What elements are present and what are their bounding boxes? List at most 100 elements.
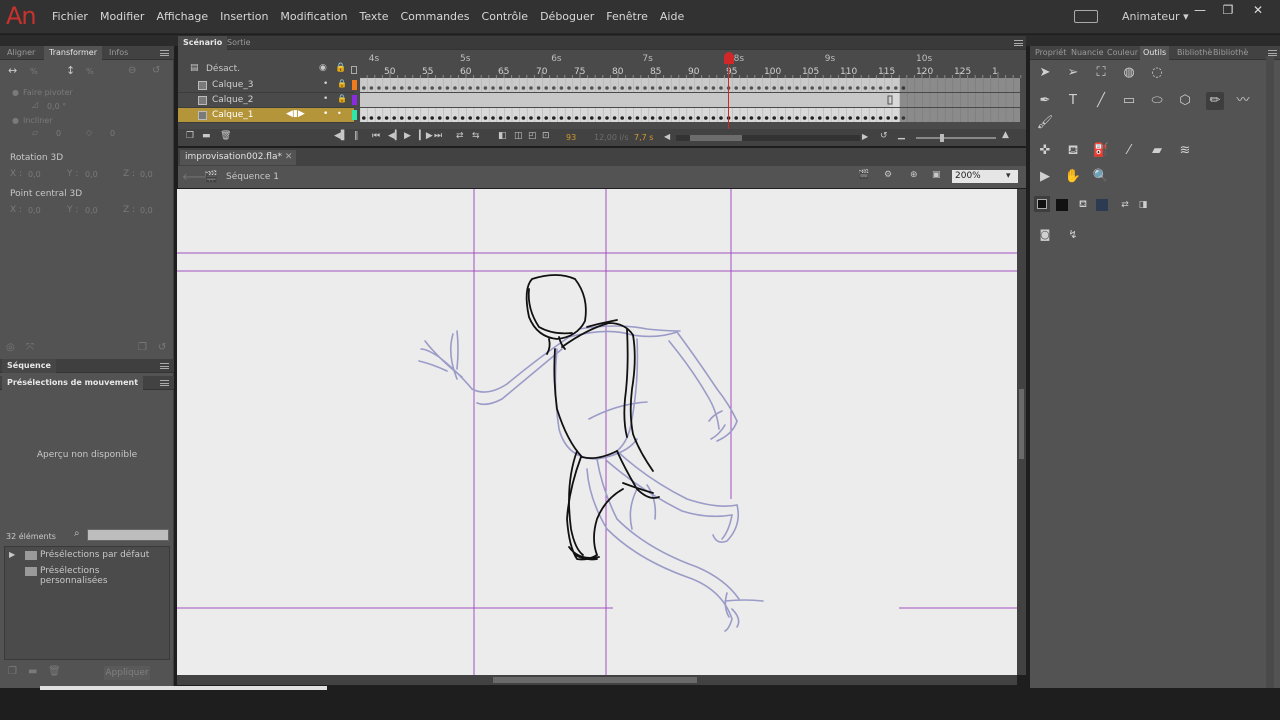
scale-h[interactable]: %: [30, 67, 38, 76]
stage-canvas[interactable]: [177, 189, 1017, 675]
maximize-button[interactable]: ❐: [1218, 3, 1238, 17]
c3d-z[interactable]: 0,0: [140, 206, 153, 215]
zoom-select[interactable]: 200% ▾: [952, 170, 1018, 183]
keyframe-dot[interactable]: [362, 116, 366, 120]
keyframe-dot[interactable]: [840, 116, 845, 120]
keyframe-dot[interactable]: [369, 116, 374, 120]
stage-vscrollbar[interactable]: [1017, 189, 1026, 675]
play-button[interactable]: ▶: [404, 131, 411, 141]
skew-radio[interactable]: ●: [12, 116, 19, 125]
zoom-out-icon[interactable]: ▁: [898, 130, 905, 140]
stroke-color-icon[interactable]: [1034, 196, 1050, 212]
onion-skin-icon[interactable]: ◧: [498, 131, 507, 141]
current-frame[interactable]: 93: [566, 133, 576, 142]
prev-frame-button[interactable]: ◀▎: [388, 131, 402, 141]
keyframe-dot[interactable]: [764, 116, 769, 120]
playhead-handle[interactable]: [724, 52, 734, 64]
keyframe-dot[interactable]: [620, 116, 624, 120]
keyframe-dot[interactable]: [894, 116, 898, 120]
visibility-dot[interactable]: •: [323, 79, 328, 89]
keyframe-dot[interactable]: [886, 116, 890, 120]
keyframe-dot[interactable]: [848, 116, 852, 120]
menu-fichier[interactable]: Fichier: [52, 10, 88, 23]
keyframe-dot[interactable]: [795, 116, 799, 120]
keyframe-dot[interactable]: [818, 116, 822, 120]
stage-vscroll-thumb[interactable]: [1019, 389, 1024, 459]
keyframe-dot[interactable]: [597, 116, 602, 120]
keyframe-dot[interactable]: [438, 116, 442, 120]
layer-color-swatch[interactable]: [352, 80, 357, 90]
sync-icon[interactable]: ↺: [880, 131, 888, 141]
menu-controle[interactable]: Contrôle: [482, 10, 529, 23]
keyframe-dot[interactable]: [658, 116, 662, 120]
keyframe-dot[interactable]: [552, 116, 556, 120]
rot3d-x[interactable]: 0,0: [28, 170, 41, 179]
keyframe-dot[interactable]: [476, 116, 480, 120]
last-frame-button[interactable]: ⏭: [434, 131, 442, 141]
link-icon[interactable]: ⊖: [128, 65, 136, 76]
layer-row[interactable]: Calque_3 • 🔒: [178, 78, 357, 93]
layer-color-swatch[interactable]: [352, 95, 357, 105]
line-tool-icon[interactable]: ╱: [1092, 92, 1110, 110]
keyframe-dot[interactable]: [825, 116, 830, 120]
copy-transform-icon[interactable]: ❐: [138, 342, 147, 353]
keyframe-dot[interactable]: [696, 116, 700, 120]
scroll-left-icon[interactable]: ◀: [664, 132, 670, 141]
menu-commandes[interactable]: Commandes: [401, 10, 470, 23]
object-drawing-icon[interactable]: ◙: [1036, 226, 1054, 244]
new-layer-icon[interactable]: ❐: [186, 131, 194, 141]
tools-scrollbar[interactable]: [1266, 56, 1274, 688]
workspace-selector[interactable]: Animateur ▾: [1122, 10, 1189, 23]
onion-markers-icon[interactable]: ⊡: [542, 131, 550, 141]
layer-edit-icons[interactable]: ◀▮▶: [286, 109, 305, 119]
tab-outils[interactable]: Outils: [1140, 46, 1170, 60]
folder-default[interactable]: Présélections par défaut: [40, 550, 149, 560]
hand-tool-icon[interactable]: ✋: [1064, 168, 1082, 186]
menu-texte[interactable]: Texte: [359, 10, 388, 23]
crop-icon[interactable]: ◎: [6, 342, 15, 353]
zoom-in-icon[interactable]: ▲: [1002, 130, 1009, 140]
frame-ruler[interactable]: 4s 5s 6s 7s 8s 9s 10s50 55 60 65 70 75 80 85 90 95 100 10…: [360, 50, 1026, 78]
keyframe-dot[interactable]: [468, 116, 472, 120]
document-tab[interactable]: improvisation002.fla* ✕: [180, 150, 296, 165]
stage-hscroll-thumb[interactable]: [493, 677, 697, 683]
lock-icon[interactable]: 🔒: [337, 94, 347, 103]
layer-name[interactable]: Calque_2: [212, 95, 253, 105]
keyframe-dot[interactable]: [582, 116, 586, 120]
presets-search-input[interactable]: [87, 529, 169, 541]
layer-name[interactable]: Calque_3: [212, 80, 253, 90]
skew-h-value[interactable]: 0: [56, 129, 61, 138]
frame-zoom-slider[interactable]: [916, 134, 996, 142]
selection-tool-icon[interactable]: ➤: [1036, 64, 1054, 82]
edit-scene-icon[interactable]: 🎬: [858, 170, 869, 180]
keyframe-dot[interactable]: [384, 116, 389, 120]
keyframe-dot[interactable]: [628, 116, 632, 120]
menu-aide[interactable]: Aide: [660, 10, 684, 23]
keyframe-dot[interactable]: [749, 116, 754, 120]
pencil-tool-icon[interactable]: ✏: [1206, 92, 1224, 110]
first-frame-button[interactable]: ⏮: [372, 131, 380, 141]
keyframe-dot[interactable]: [810, 116, 814, 120]
keyframe-dot[interactable]: [498, 116, 503, 120]
stroke-color-swatch[interactable]: [1037, 199, 1047, 209]
keyframe-dot[interactable]: [612, 116, 617, 120]
timeline-menu-icon[interactable]: [1014, 40, 1023, 46]
layer-color-swatch[interactable]: [352, 110, 357, 120]
center-stage-icon[interactable]: ⊕: [910, 170, 918, 180]
reset-icon[interactable]: ↺: [152, 65, 160, 76]
scale-v[interactable]: %: [86, 67, 94, 76]
eraser-tool-icon[interactable]: ▰: [1148, 142, 1166, 160]
pencil-mode-icon[interactable]: ↯: [1064, 226, 1082, 244]
keyframe-dot[interactable]: [392, 116, 396, 120]
elapsed-time[interactable]: 7,7 s: [634, 133, 653, 142]
keyframe-dot[interactable]: [529, 116, 533, 120]
new-preset-icon[interactable]: ❐: [8, 666, 17, 677]
stage-hscrollbar[interactable]: [177, 675, 1017, 685]
keyframe-dot[interactable]: [711, 116, 716, 120]
camera-tool-icon[interactable]: ▶: [1036, 168, 1054, 186]
c3d-x[interactable]: 0,0: [28, 206, 41, 215]
oval-tool-icon[interactable]: ⬭: [1148, 92, 1166, 110]
keyframe-dot[interactable]: [415, 116, 419, 120]
keyframe-dot[interactable]: [757, 116, 761, 120]
tab-scenario[interactable]: Scénario: [178, 36, 228, 50]
